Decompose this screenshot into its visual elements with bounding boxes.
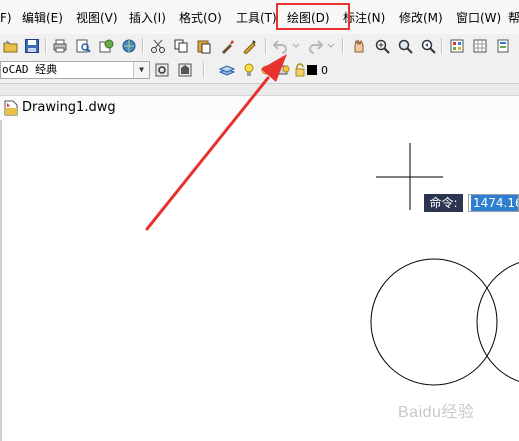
toolbar-separator — [441, 38, 443, 54]
document-tab[interactable]: Drawing1.dwg — [0, 95, 519, 121]
undo-dropdown-icon[interactable] — [291, 37, 301, 55]
match-properties-icon[interactable] — [218, 37, 236, 55]
command-input-value: 1474.16 — [471, 195, 518, 211]
workspace-select-value: oCAD 经典 — [2, 63, 58, 76]
layer-thaw-sun-icon[interactable] — [257, 61, 275, 79]
zoom-window-icon[interactable] — [396, 37, 414, 55]
tool-palettes-icon[interactable] — [494, 37, 512, 55]
block-editor-icon[interactable] — [241, 37, 259, 55]
layer-color-swatch — [306, 61, 318, 79]
toolbar-separator — [342, 38, 344, 54]
zoom-realtime-icon[interactable] — [373, 37, 391, 55]
draw-menu-highlight-box — [276, 3, 350, 30]
toolbar-separator — [45, 38, 47, 54]
menu-modify[interactable]: 修改(M) — [399, 10, 443, 26]
dwg-file-icon — [2, 99, 20, 117]
layer-manager-icon[interactable] — [218, 61, 236, 79]
workspace-select[interactable]: oCAD 经典 ▼ — [0, 61, 150, 79]
baidu-watermark: Baidu经验 — [398, 404, 475, 421]
undo-icon[interactable] — [272, 37, 290, 55]
toolbar-separator — [142, 38, 144, 54]
chevron-down-icon[interactable]: ▼ — [133, 62, 149, 78]
open-folder-icon[interactable] — [2, 37, 20, 55]
redo-icon[interactable] — [306, 37, 324, 55]
paste-icon[interactable] — [195, 37, 213, 55]
menu-edit[interactable]: 编辑(E) — [22, 10, 63, 26]
menu-help[interactable]: 帮 — [508, 10, 519, 26]
menu-format[interactable]: 格式(O) — [179, 10, 222, 26]
publish-icon[interactable] — [97, 37, 115, 55]
copy-icon[interactable] — [172, 37, 190, 55]
layer-on-bulb-icon[interactable] — [240, 61, 258, 79]
current-layer-value[interactable]: 0 — [321, 64, 328, 77]
toolbar-separator — [265, 38, 267, 54]
design-center-icon[interactable] — [471, 37, 489, 55]
my-workspace-icon[interactable] — [176, 61, 194, 79]
circle-right[interactable] — [476, 259, 519, 385]
properties-icon[interactable] — [448, 37, 466, 55]
menu-view[interactable]: 视图(V) — [76, 10, 118, 26]
pan-realtime-icon[interactable] — [350, 37, 368, 55]
toolbar-separator — [203, 62, 205, 78]
circle-left[interactable] — [370, 258, 498, 386]
plot-preview-icon[interactable] — [74, 37, 92, 55]
toolbar-dock-area — [0, 84, 519, 95]
document-title: Drawing1.dwg — [22, 100, 116, 115]
drawing-canvas[interactable] — [0, 120, 519, 441]
zoom-previous-icon[interactable] — [419, 37, 437, 55]
3d-dwf-icon[interactable] — [120, 37, 138, 55]
print-icon[interactable] — [51, 37, 69, 55]
cut-icon[interactable] — [149, 37, 167, 55]
layer-viewport-icon[interactable] — [274, 61, 292, 79]
menu-insert[interactable]: 插入(I) — [129, 10, 166, 26]
command-prompt-label: 命令: — [424, 194, 463, 212]
workspace-settings-icon[interactable] — [153, 61, 171, 79]
command-input[interactable]: 1474.16 — [468, 194, 519, 212]
menu-file[interactable]: F) — [0, 10, 12, 26]
menu-tools[interactable]: 工具(T) — [236, 10, 277, 26]
workspace-layer-toolbar: oCAD 经典 ▼ 0 — [0, 58, 519, 84]
save-icon[interactable] — [23, 37, 41, 55]
menu-bar: F) 编辑(E) 视图(V) 插入(I) 格式(O) 工具(T) 绘图(D) 标… — [0, 0, 519, 35]
menu-window[interactable]: 窗口(W) — [456, 10, 501, 26]
redo-dropdown-icon[interactable] — [326, 37, 336, 55]
standard-toolbar — [0, 34, 519, 59]
